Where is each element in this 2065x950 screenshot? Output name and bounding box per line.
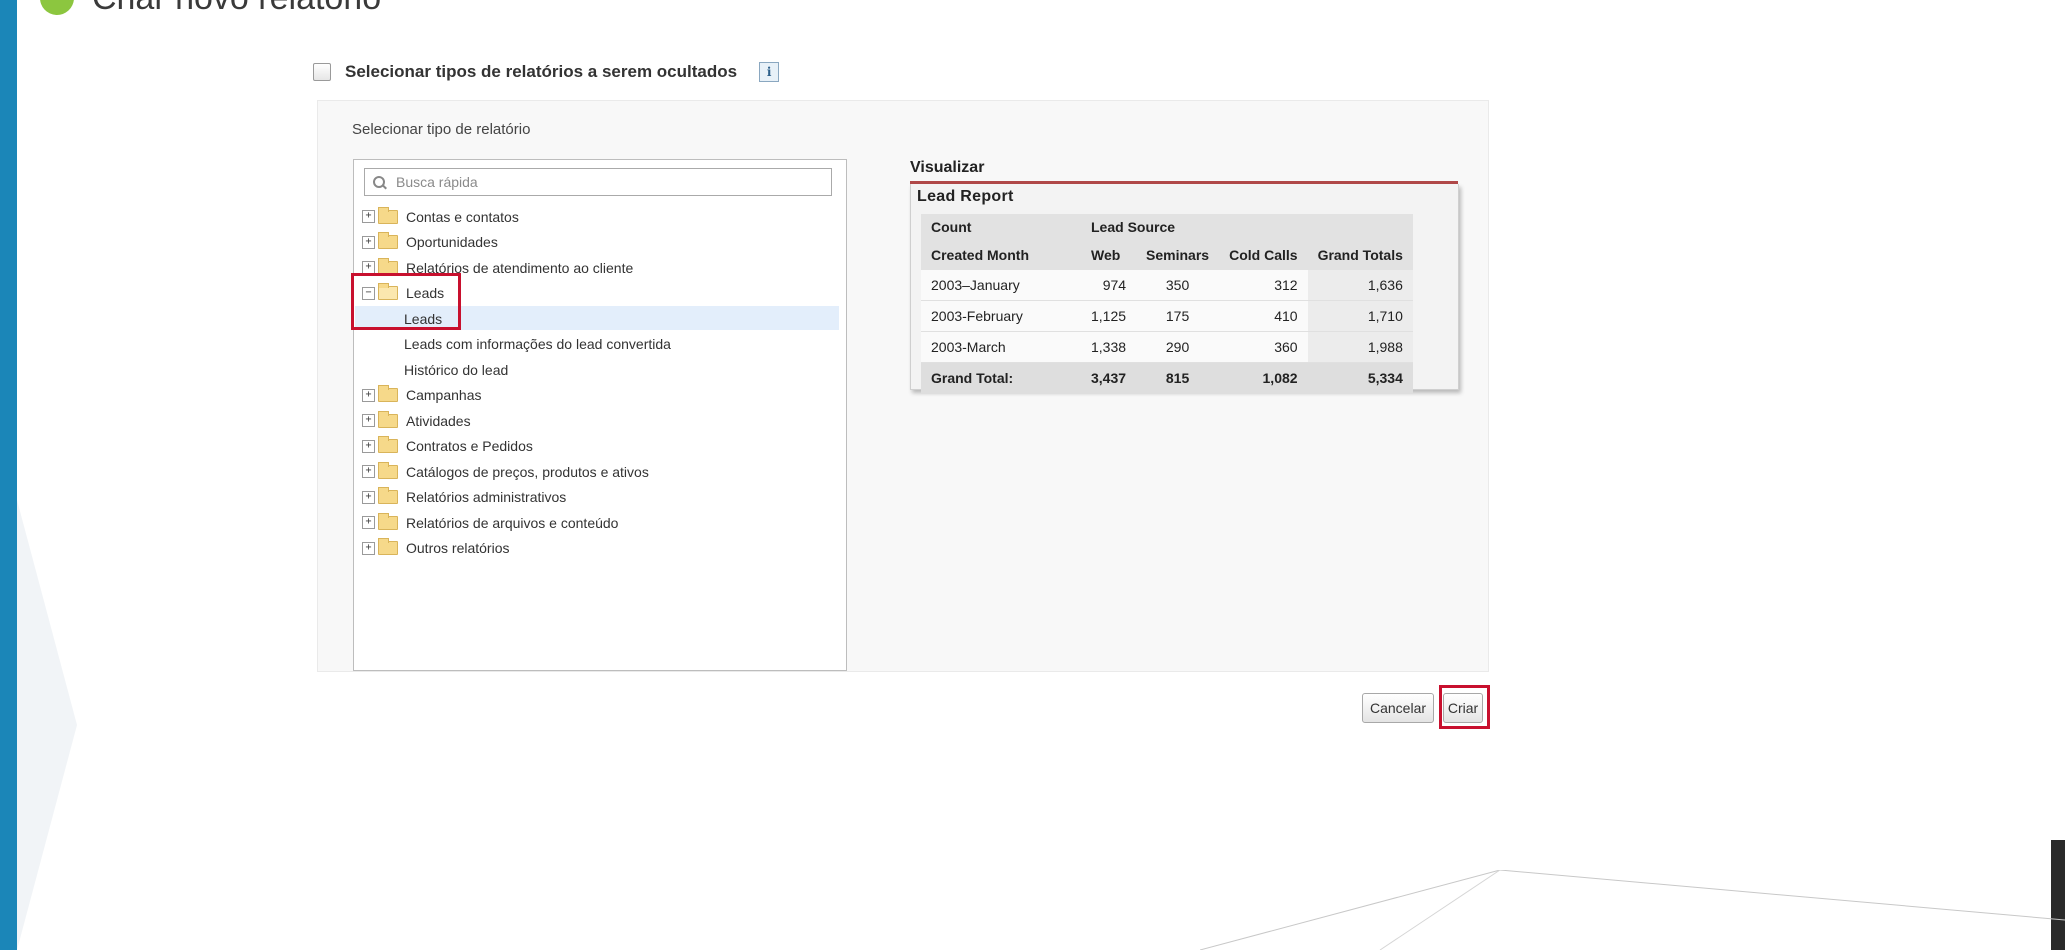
- table-cell: 5,334: [1307, 362, 1413, 393]
- tree-item-label: Oportunidades: [406, 234, 498, 251]
- folder-icon: [378, 206, 398, 224]
- leads-highlight-box: [351, 273, 461, 330]
- report-table: Count Lead Source Created Month Web Semi…: [921, 214, 1413, 393]
- left-accent-bar: [0, 0, 17, 950]
- table-cell: 974: [1081, 270, 1137, 301]
- preview-title: Visualizar: [910, 159, 985, 176]
- left-decorative-wedge: [17, 500, 77, 950]
- table-cell: 290: [1136, 331, 1220, 363]
- tree-item-label: Relatórios administrativos: [406, 489, 567, 506]
- tree-item-label: Relatórios de arquivos e conteúdo: [406, 514, 619, 531]
- expand-icon[interactable]: +: [362, 439, 375, 453]
- header-cell: Cold Calls: [1219, 240, 1308, 270]
- folder-icon: [378, 512, 398, 530]
- header-cell: Created Month: [921, 240, 1081, 270]
- page-title: Criar novo relatório: [92, 0, 381, 18]
- table-row: 2003–January 974 350 312 1,636: [921, 270, 1413, 301]
- table-cell: 175: [1136, 300, 1220, 332]
- folder-icon: [378, 487, 398, 505]
- tree-folder-arquivos-conteudo[interactable]: + Relatórios de arquivos e conteúdo: [362, 510, 842, 536]
- tree-folder-contas-contatos[interactable]: + Contas e contatos: [362, 204, 842, 230]
- tree-item-leads-convertida[interactable]: Leads com informações do lead convertida: [362, 332, 842, 358]
- decorative-lines: [1200, 870, 2065, 950]
- header-cell: Lead Source: [1081, 214, 1413, 240]
- expand-icon[interactable]: +: [362, 414, 375, 428]
- info-icon[interactable]: i: [759, 62, 780, 82]
- table-cell: 350: [1136, 270, 1220, 301]
- table-row: 2003-March 1,338 290 360 1,988: [921, 331, 1413, 363]
- tree-item-label: Leads com informações do lead convertida: [404, 336, 671, 353]
- folder-icon: [378, 538, 398, 556]
- folder-icon: [378, 436, 398, 454]
- tree-item-label: Outros relatórios: [406, 540, 510, 557]
- tree-item-label: Contratos e Pedidos: [406, 438, 533, 455]
- expand-icon[interactable]: +: [362, 235, 375, 249]
- tree-folder-catalogos[interactable]: + Catálogos de preços, produtos e ativos: [362, 459, 842, 485]
- tree-item-label: Catálogos de preços, produtos e ativos: [406, 463, 649, 480]
- select-report-type-title: Selecionar tipo de relatório: [352, 121, 531, 138]
- table-cell: 312: [1219, 270, 1308, 301]
- tree-item-label: Campanhas: [406, 387, 482, 404]
- table-cell: 1,636: [1307, 270, 1413, 301]
- report-preview-card: Lead Report Count Lead Source Created Mo…: [910, 184, 1459, 393]
- table-cell: 2003-March: [921, 331, 1081, 363]
- table-cell: 815: [1136, 362, 1220, 393]
- table-cell: 1,125: [1081, 300, 1137, 332]
- table-cell: 2003–January: [921, 270, 1081, 301]
- table-cell: 1,710: [1307, 300, 1413, 332]
- tree-item-label: Contas e contatos: [406, 208, 519, 225]
- expand-icon[interactable]: +: [362, 541, 375, 555]
- report-type-panel: Selecionar tipo de relatório + Contas e …: [317, 100, 1489, 672]
- create-highlight-box: [1439, 685, 1490, 729]
- tree-item-historico-lead[interactable]: Histórico do lead: [362, 357, 842, 383]
- hide-report-types-row: Selecionar tipos de relatórios a serem o…: [313, 62, 780, 82]
- cancel-button[interactable]: Cancelar: [1362, 693, 1434, 723]
- table-header-row: Count Lead Source: [921, 214, 1413, 240]
- tree-item-label: Atividades: [406, 412, 471, 429]
- tree-list: + Contas e contatos + Oportunidades + Re…: [355, 204, 842, 562]
- tree-folder-oportunidades[interactable]: + Oportunidades: [362, 230, 842, 256]
- tree-folder-campanhas[interactable]: + Campanhas: [362, 383, 842, 409]
- folder-icon: [378, 232, 398, 250]
- folder-icon: [378, 410, 398, 428]
- expand-icon[interactable]: +: [362, 490, 375, 504]
- table-cell: 3,437: [1081, 362, 1137, 393]
- header-cell: Seminars: [1136, 240, 1220, 270]
- quick-search-input[interactable]: [394, 173, 818, 191]
- folder-icon: [378, 385, 398, 403]
- expand-icon[interactable]: +: [362, 388, 375, 402]
- table-cell: 1,338: [1081, 331, 1137, 363]
- tree-folder-contratos-pedidos[interactable]: + Contratos e Pedidos: [362, 434, 842, 460]
- expand-icon[interactable]: +: [362, 465, 375, 479]
- leaf-logo-icon: [35, 0, 79, 20]
- table-cell: 410: [1219, 300, 1308, 332]
- table-cell: Grand Total:: [921, 362, 1081, 393]
- search-icon: [373, 175, 386, 189]
- table-header-row: Created Month Web Seminars Cold Calls Gr…: [921, 240, 1413, 270]
- tree-item-label: Histórico do lead: [404, 361, 509, 378]
- header-cell: Web: [1081, 240, 1137, 270]
- expand-icon[interactable]: +: [362, 210, 375, 224]
- header-cell: Grand Totals: [1307, 240, 1413, 270]
- header-cell: Count: [921, 214, 1081, 240]
- table-cell: 1,082: [1219, 362, 1308, 393]
- tree-folder-outros[interactable]: + Outros relatórios: [362, 536, 842, 562]
- hide-report-types-checkbox[interactable]: [313, 63, 331, 81]
- tree-folder-atividades[interactable]: + Atividades: [362, 408, 842, 434]
- table-row: 2003-February 1,125 175 410 1,710: [921, 300, 1413, 332]
- page-header: Criar novo relatório: [35, 0, 381, 20]
- table-cell: 360: [1219, 331, 1308, 363]
- table-cell: 1,988: [1307, 331, 1413, 363]
- hide-report-types-label[interactable]: Selecionar tipos de relatórios a serem o…: [345, 62, 737, 82]
- report-type-tree: + Contas e contatos + Oportunidades + Re…: [351, 159, 847, 671]
- report-preview: Visualizar Lead Report Count Lead Source…: [910, 159, 1459, 399]
- table-total-row: Grand Total: 3,437 815 1,082 5,334: [921, 362, 1413, 393]
- expand-icon[interactable]: +: [362, 516, 375, 530]
- report-name: Lead Report: [917, 188, 1014, 205]
- tree-folder-administrativos[interactable]: + Relatórios administrativos: [362, 485, 842, 511]
- table-cell: 2003-February: [921, 300, 1081, 332]
- folder-icon: [378, 461, 398, 479]
- quick-search[interactable]: [364, 168, 832, 196]
